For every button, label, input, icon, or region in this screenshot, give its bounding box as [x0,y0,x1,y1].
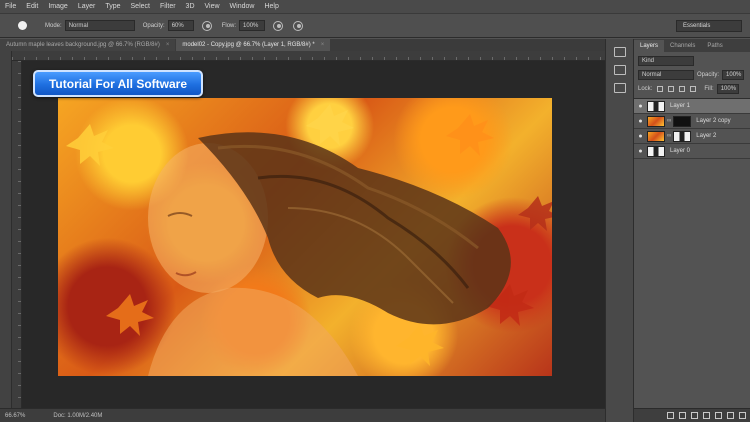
panel-icon-strip [605,39,634,422]
composite-artwork [66,104,552,376]
layer-thumbnail [647,130,665,142]
horizontal-ruler [12,51,605,61]
close-icon[interactable]: × [166,42,170,48]
eye-icon[interactable]: ● [634,148,647,155]
eye-icon[interactable]: ● [634,133,647,140]
layers-panel-footer [634,408,750,422]
zoom-level[interactable]: 66.67% [5,413,25,419]
pressure-size-icon[interactable] [293,20,304,31]
menu-help[interactable]: Help [264,3,278,10]
menu-image[interactable]: Image [48,3,67,10]
layer-name: Layer 0 [670,148,691,154]
blend-mode-select[interactable]: Normal [638,70,694,80]
trash-icon[interactable] [739,412,746,419]
menu-filter[interactable]: Filter [160,3,176,10]
tab-model02-copy[interactable]: model02 - Copy.jpg @ 66.7% (Layer 1, RGB… [176,39,331,51]
layer-row-layer-2-copy[interactable]: ● ∞ Layer 2 copy [634,114,750,129]
layer-row-layer-1[interactable]: ● Layer 1 [634,99,750,114]
layer-thumbnail [647,100,665,112]
layer-row-layer-0[interactable]: ● Layer 0 [634,144,750,159]
fill-field[interactable]: 100% [716,84,739,94]
panel-tabs: Layers Channels Paths [634,39,750,52]
tab-autumn-leaves[interactable]: Autumn maple leaves background.jpg @ 66.… [0,39,176,51]
flow-field[interactable]: 100% [239,20,266,31]
opacity-label: Opacity: [142,22,165,29]
tab-paths[interactable]: Paths [701,40,728,52]
tab-label: Autumn maple leaves background.jpg @ 66.… [6,42,160,48]
document-size[interactable]: Doc: 1.00M/2.40M [53,413,102,419]
adjustment-layer-icon[interactable] [703,412,710,419]
menu-layer[interactable]: Layer [78,3,96,10]
tab-layers[interactable]: Layers [634,40,665,52]
fx-icon[interactable] [679,412,686,419]
layer-row-layer-2[interactable]: ● ∞ Layer 2 [634,129,750,144]
link-layers-icon[interactable] [667,412,674,419]
filter-kind-select[interactable]: Kind [638,56,694,66]
filter-row: Kind [634,56,750,66]
menu-3d[interactable]: 3D [186,3,195,10]
menu-select[interactable]: Select [131,3,150,10]
menu-type[interactable]: Type [105,3,120,10]
lock-label: Lock: [638,86,653,92]
eye-icon[interactable]: ● [634,118,647,125]
pressure-opacity-icon[interactable] [201,20,212,31]
history-icon[interactable] [613,47,626,57]
layer-mask-thumbnail[interactable] [673,130,692,142]
layer-name: Layer 1 [670,103,691,109]
layer-name: Layer 2 [696,133,717,139]
close-icon[interactable]: × [321,42,325,48]
fill-label: Fill: [704,86,714,92]
lock-all-icon[interactable] [690,86,697,92]
mode-label: Mode: [45,22,62,29]
tab-label: model02 - Copy.jpg @ 66.7% (Layer 1, RGB… [182,42,315,48]
vertical-ruler [12,61,22,408]
layer-list: ● Layer 1 ● ∞ Layer 2 copy ● ∞ Layer 2 ●… [634,98,750,159]
image-canvas[interactable] [58,98,552,376]
airbrush-icon[interactable] [273,20,284,31]
lock-position-icon[interactable] [679,86,686,92]
menu-bar: File Edit Image Layer Type Select Filter… [0,0,750,14]
menu-edit[interactable]: Edit [26,3,38,10]
opacity-label: Opacity: [697,72,720,78]
blend-row: Normal Opacity: 100% [634,70,750,80]
menu-file[interactable]: File [5,3,16,10]
flow-label: Flow: [221,22,237,29]
lock-pixels-icon[interactable] [668,86,675,92]
document-tabs: Autumn maple leaves background.jpg @ 66.… [0,39,605,51]
workspace-switcher[interactable]: Essentials [676,20,742,32]
lock-row: Lock: Fill: 100% [634,84,750,94]
layer-name: Layer 2 copy [696,118,731,124]
properties-icon[interactable] [613,65,626,75]
status-bar: 66.67% Doc: 1.00M/2.40M [0,408,605,422]
lock-transparent-icon[interactable] [657,86,664,92]
add-mask-icon[interactable] [691,412,698,419]
new-group-icon[interactable] [715,412,722,419]
tutorial-watermark-banner: Tutorial For All Software [33,70,203,97]
menu-view[interactable]: View [205,3,220,10]
opacity-field[interactable]: 60% [167,20,194,31]
options-bar: Mode: Normal Opacity: 60% Flow: 100% Ess… [0,14,750,38]
eye-icon[interactable]: ● [634,103,647,110]
tab-channels[interactable]: Channels [664,40,701,52]
layer-thumbnail [647,115,665,127]
link-icon: ∞ [667,118,672,124]
layers-panel: Layers Channels Paths Kind Normal Opacit… [634,39,750,422]
new-layer-icon[interactable] [727,412,734,419]
layer-thumbnail [647,145,665,157]
layer-mask-thumbnail[interactable] [673,115,692,127]
swatches-icon[interactable] [613,83,626,93]
tools-panel[interactable] [0,51,12,408]
link-icon: ∞ [667,133,672,139]
menu-window[interactable]: Window [230,3,255,10]
mode-select[interactable]: Normal [64,20,135,31]
layer-opacity-field[interactable]: 100% [722,70,745,80]
brush-preset-icon[interactable] [18,21,27,30]
